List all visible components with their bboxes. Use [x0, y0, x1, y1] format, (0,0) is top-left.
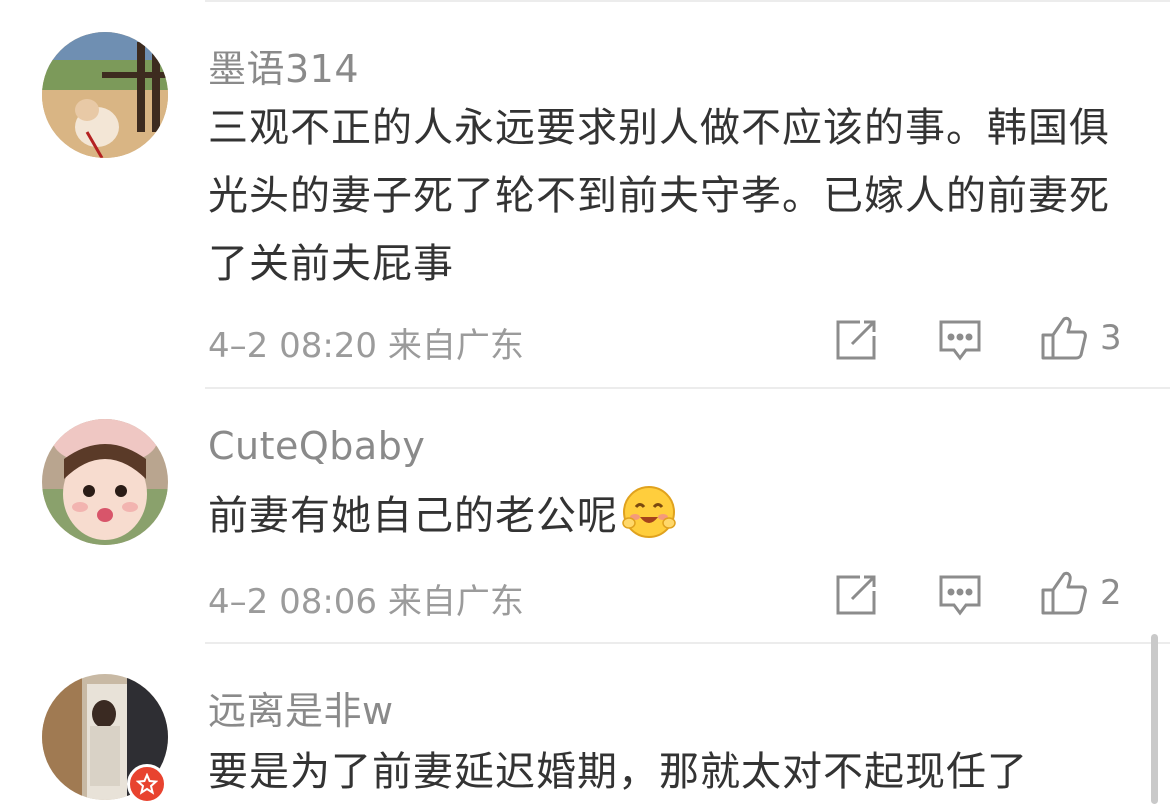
- like-count: 2: [1100, 573, 1122, 613]
- comment-divider: [205, 642, 1170, 644]
- username[interactable]: 墨语314: [208, 38, 359, 93]
- like-count: 3: [1100, 318, 1122, 358]
- top-divider: [205, 0, 1170, 2]
- thumbs-up-icon: [1041, 571, 1087, 615]
- comment-bubble-icon: [939, 320, 981, 361]
- repost-button[interactable]: [834, 573, 878, 617]
- scrollbar[interactable]: [1151, 634, 1158, 804]
- username[interactable]: CuteQbaby: [208, 424, 425, 468]
- comment-text: 前妻有她自己的老公呢: [208, 482, 1138, 550]
- username[interactable]: 远离是非w: [208, 680, 394, 735]
- comment-meta: 4–2 08:20 来自广东: [208, 326, 524, 366]
- like-button[interactable]: 3: [1040, 316, 1122, 360]
- share-edit-icon: [836, 320, 876, 360]
- avatar[interactable]: [42, 32, 168, 158]
- verified-badge-icon: [127, 764, 167, 804]
- repost-button[interactable]: [834, 318, 878, 362]
- like-button[interactable]: 2: [1040, 571, 1122, 615]
- comment-meta: 4–2 08:06 来自广东: [208, 582, 524, 622]
- comment-button[interactable]: [938, 318, 982, 362]
- comment-text: 三观不正的人永远要求别人做不应该的事。韩国俱光头的妻子死了轮不到前夫守孝。已嫁人…: [208, 105, 1110, 287]
- comment-button[interactable]: [938, 573, 982, 617]
- comment-text-content: 前妻有她自己的老公呢: [208, 493, 618, 539]
- comment-bubble-icon: [939, 575, 981, 616]
- blush-smile-emoji: [622, 485, 676, 539]
- thumbs-up-icon: [1041, 316, 1087, 360]
- avatar[interactable]: [42, 419, 168, 545]
- share-edit-icon: [836, 575, 876, 615]
- comment-divider: [205, 387, 1170, 389]
- comment-text: 要是为了前妻延迟婚期，那就太对不起现任了: [208, 749, 1028, 795]
